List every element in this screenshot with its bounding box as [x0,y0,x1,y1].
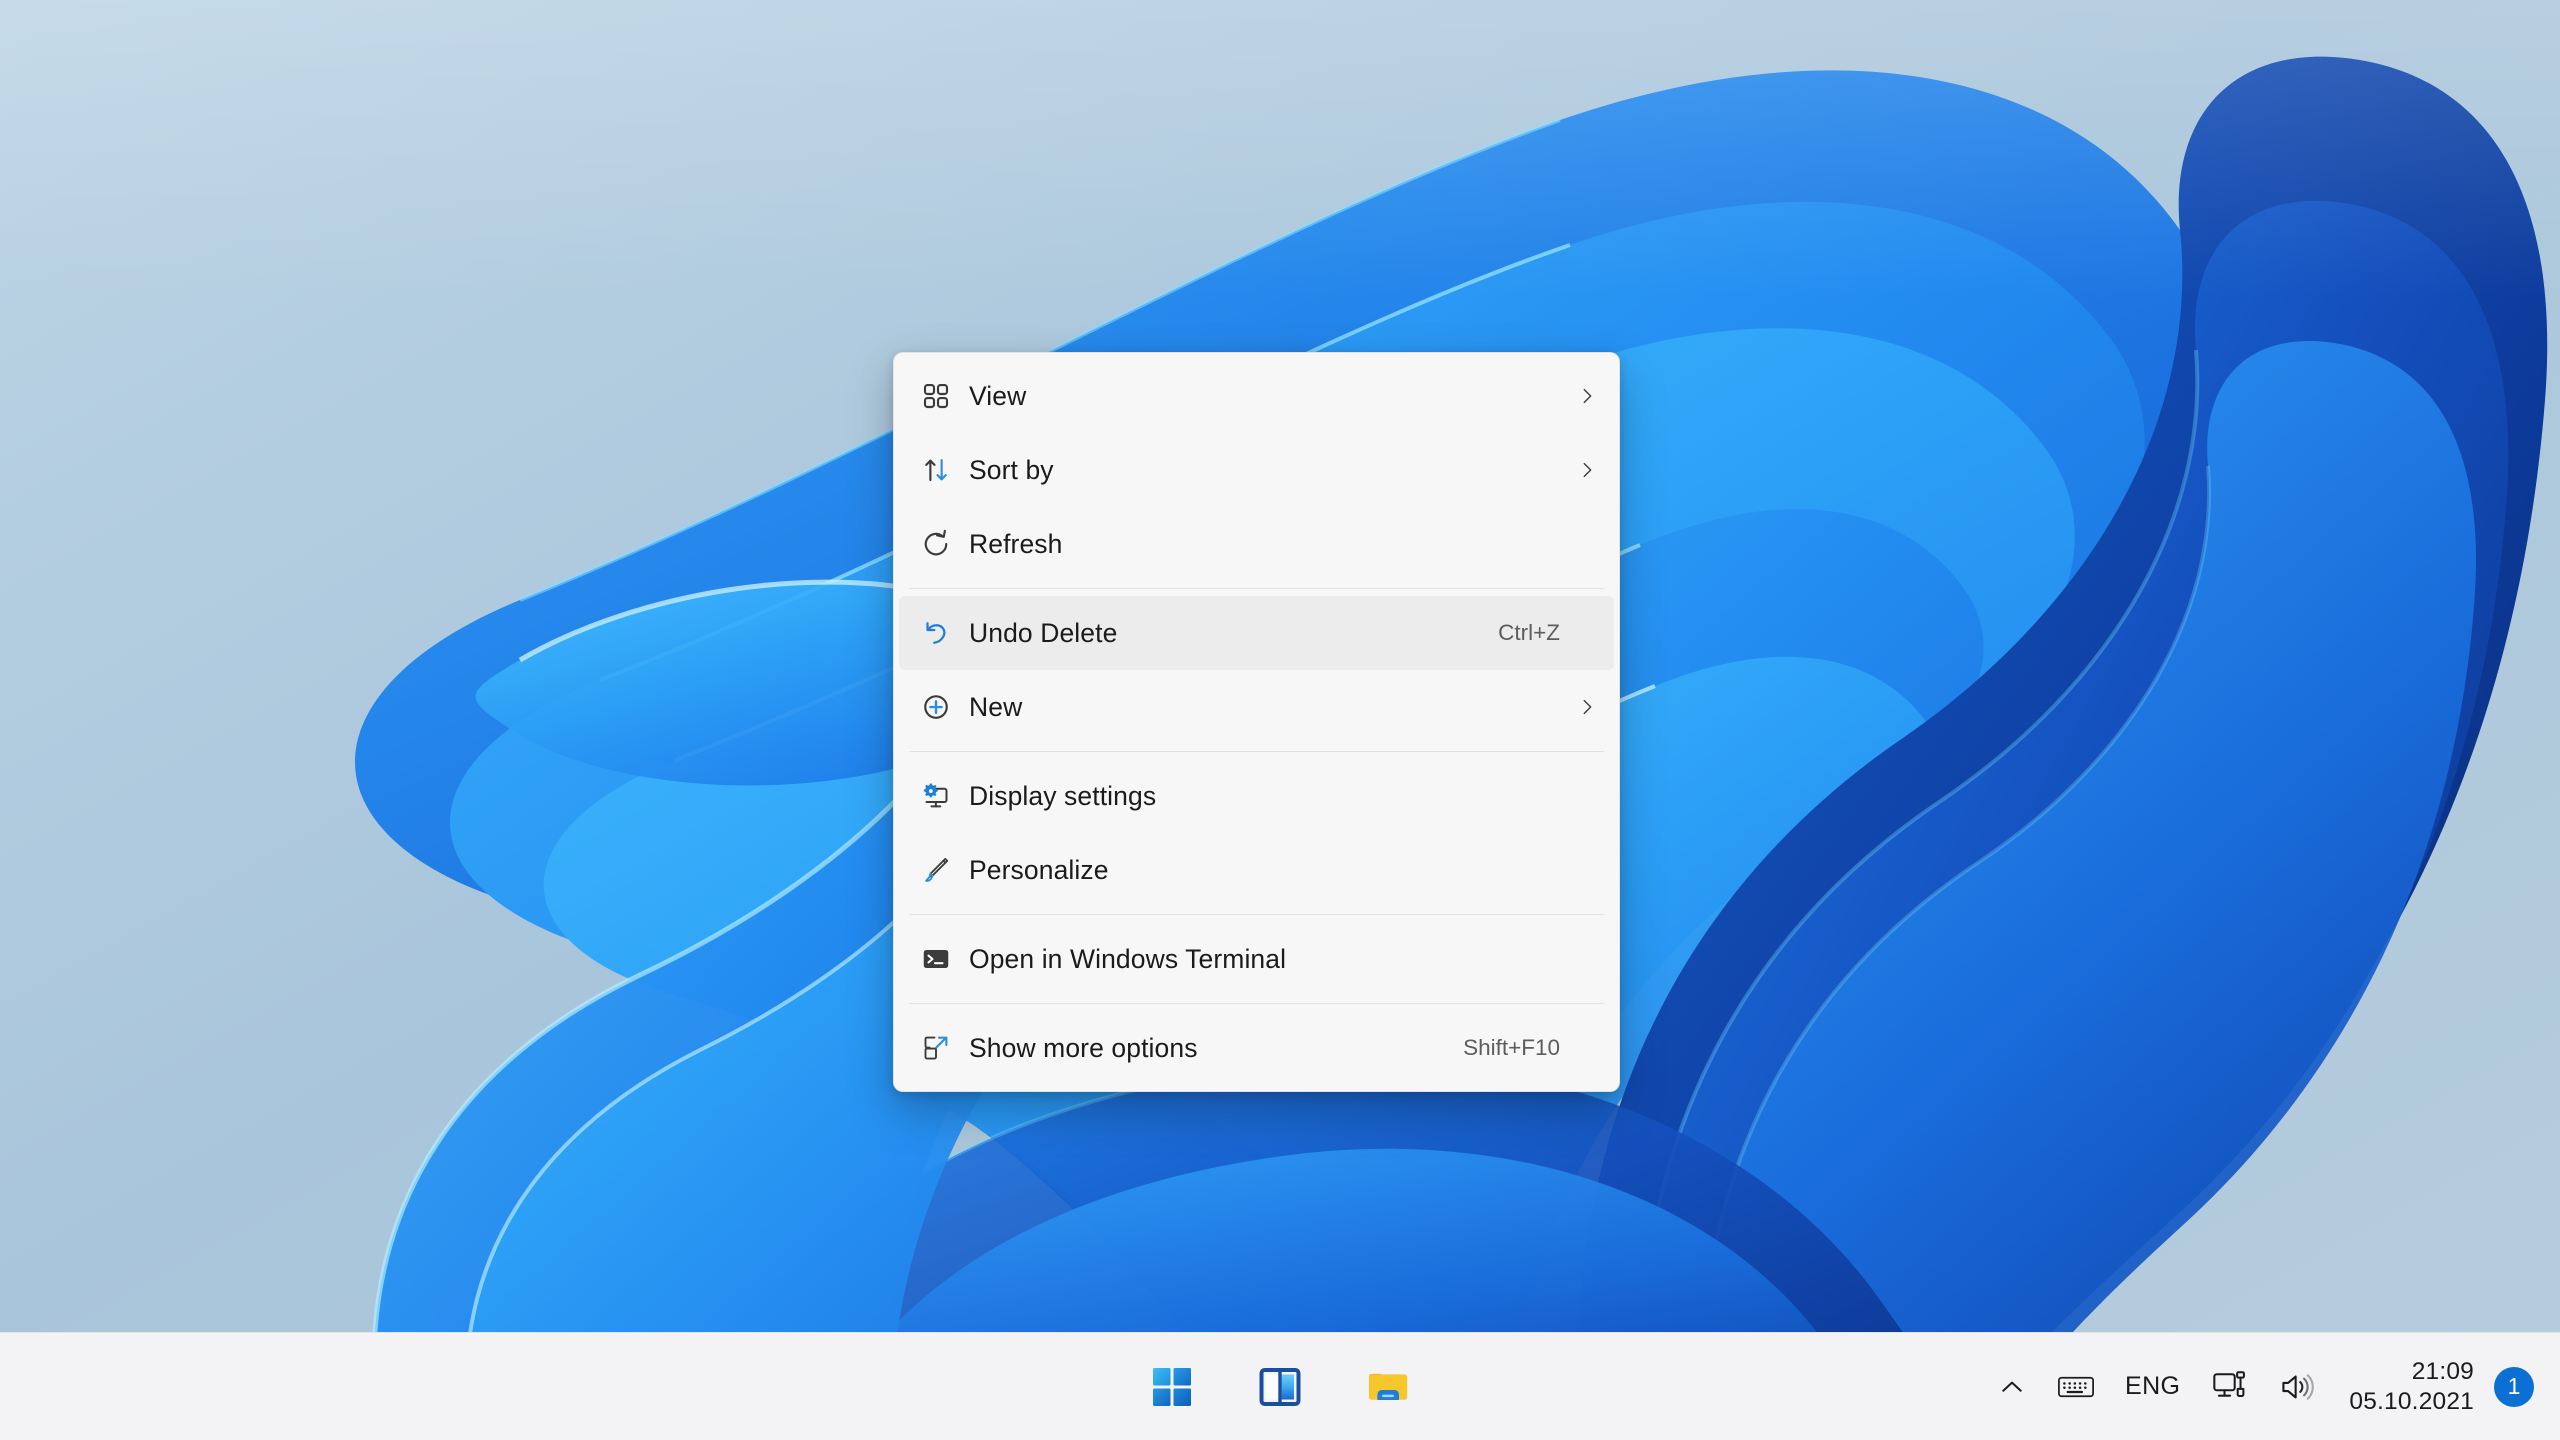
taskbar[interactable]: ENG 21:09 05.10.2021 1 [0,1332,2560,1440]
chevron-right-icon [1574,383,1600,409]
chevron-placeholder [1574,783,1600,809]
desktop[interactable]: View Sort by Refresh Undo Delete Ctrl+Z … [0,0,2560,1440]
notification-count: 1 [2507,1373,2521,1399]
menu-item-new[interactable]: New [899,670,1614,744]
menu-item-show-more-options[interactable]: Show more options Shift+F10 [899,1011,1614,1085]
menu-item-label: Show more options [969,1032,1198,1063]
taskbar-center-group [1138,1353,1422,1421]
clock-date: 05.10.2021 [2349,1387,2474,1415]
menu-item-label: New [969,691,1023,722]
clock-button[interactable]: 21:09 05.10.2021 [2331,1357,2486,1417]
terminal-icon [915,938,957,980]
menu-item-accelerator: Shift+F10 [1463,1035,1560,1060]
monitor-gear-icon [915,775,957,817]
chevron-placeholder [1574,1035,1600,1061]
start-button[interactable] [1138,1353,1206,1421]
menu-separator [909,1003,1604,1004]
file-explorer-icon [1369,1373,1408,1400]
menu-item-label: Sort by [969,454,1054,485]
network-icon [2213,1370,2246,1397]
menu-item-refresh[interactable]: Refresh [899,507,1614,581]
file-explorer-button[interactable] [1354,1353,1422,1421]
menu-item-label: Open in Windows Terminal [969,943,1287,974]
network-button[interactable] [2195,1349,2263,1425]
chevron-placeholder [1574,620,1600,646]
menu-item-undo-delete[interactable]: Undo Delete Ctrl+Z [899,596,1614,670]
menu-item-sort-by[interactable]: Sort by [899,433,1614,507]
menu-separator [909,588,1604,589]
touch-keyboard-button[interactable] [2042,1349,2110,1425]
menu-item-label: View [969,380,1027,411]
system-tray: ENG 21:09 05.10.2021 1 [1982,1349,2538,1425]
volume-button[interactable] [2263,1349,2331,1425]
menu-item-accelerator: Ctrl+Z [1498,620,1560,645]
tray-overflow-button[interactable] [1982,1349,2042,1425]
grid-view-icon [915,375,957,417]
task-view-button[interactable] [1246,1353,1314,1421]
task-view-icon [1259,1367,1301,1406]
show-more-icon [915,1027,957,1069]
menu-item-display-settings[interactable]: Display settings [899,759,1614,833]
clock-time: 21:09 [2411,1357,2474,1385]
menu-item-personalize[interactable]: Personalize [899,833,1614,907]
menu-item-view[interactable]: View [899,359,1614,433]
plus-circle-icon [915,686,957,728]
menu-item-label: Display settings [969,780,1157,811]
chevron-placeholder [1574,531,1600,557]
menu-separator [909,751,1604,752]
desktop-context-menu[interactable]: View Sort by Refresh Undo Delete Ctrl+Z … [893,352,1620,1092]
keyboard-icon [2058,1376,2094,1397]
menu-item-label: Undo Delete [969,617,1118,648]
menu-item-open-in-windows-terminal[interactable]: Open in Windows Terminal [899,922,1614,996]
chevron-placeholder [1574,857,1600,883]
menu-item-label: Personalize [969,854,1109,885]
language-label: ENG [2125,1372,2181,1400]
menu-item-label: Refresh [969,528,1063,559]
chevron-up-icon [2002,1381,2022,1392]
refresh-icon [915,523,957,565]
notification-badge[interactable]: 1 [2494,1366,2534,1407]
paintbrush-icon [915,849,957,891]
sort-arrows-icon [915,449,957,491]
chevron-right-icon [1574,457,1600,483]
volume-icon [2282,1373,2315,1400]
menu-separator [909,914,1604,915]
chevron-placeholder [1574,946,1600,972]
undo-icon [915,612,957,654]
windows-start-icon [1153,1367,1191,1406]
chevron-right-icon [1574,694,1600,720]
language-indicator[interactable]: ENG [2110,1349,2195,1425]
